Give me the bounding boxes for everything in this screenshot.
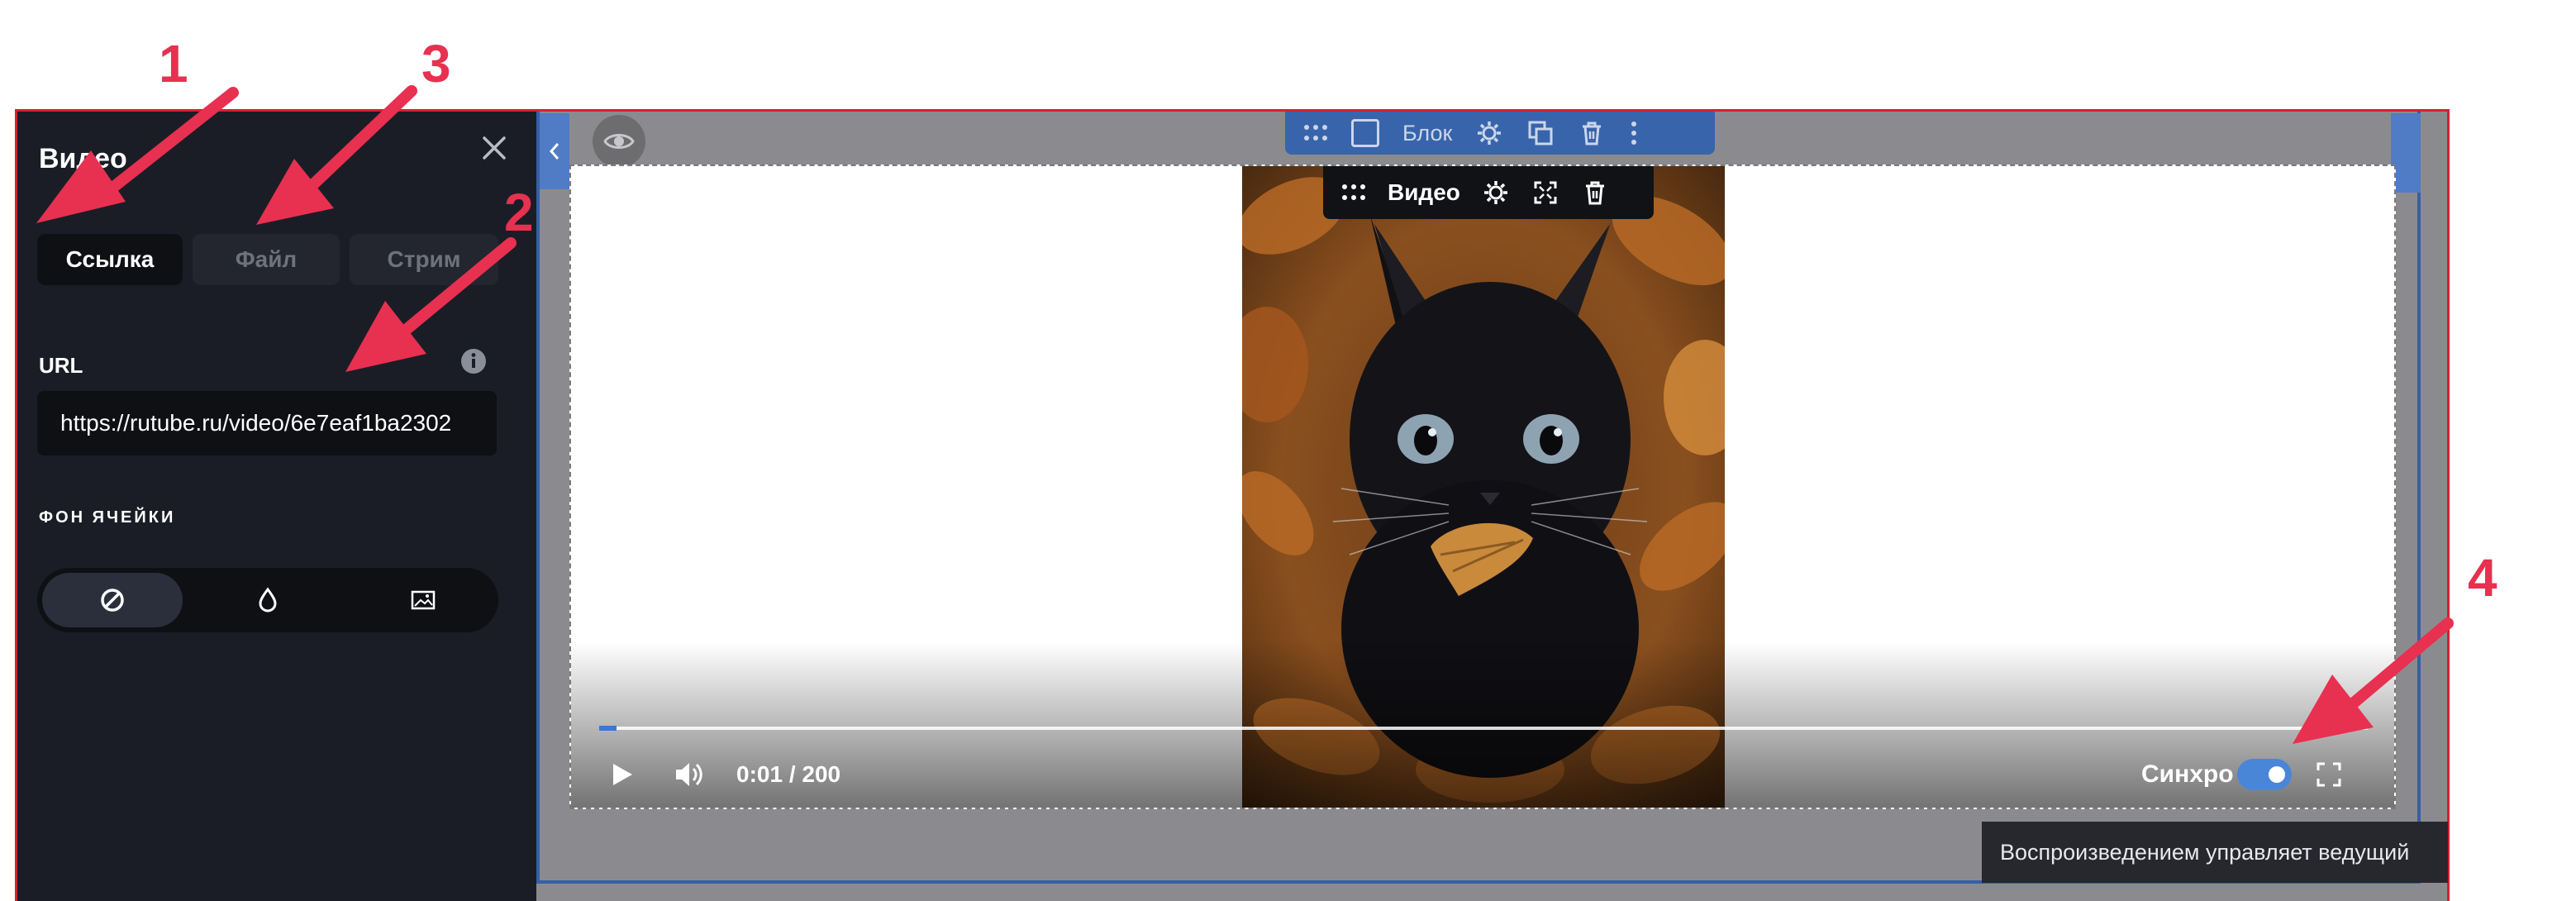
annotation-arrowhead-4 xyxy=(2293,675,2374,744)
annotation-arrow-1 xyxy=(93,87,239,204)
annotation-arrowhead-1 xyxy=(36,150,126,223)
annotation-arrow-2 xyxy=(399,237,517,336)
annotation-arrow-3 xyxy=(305,85,417,193)
annotation-arrow-4 xyxy=(2346,617,2454,710)
annotation-arrows xyxy=(36,85,2454,744)
annotation-arrowhead-2 xyxy=(345,301,426,372)
